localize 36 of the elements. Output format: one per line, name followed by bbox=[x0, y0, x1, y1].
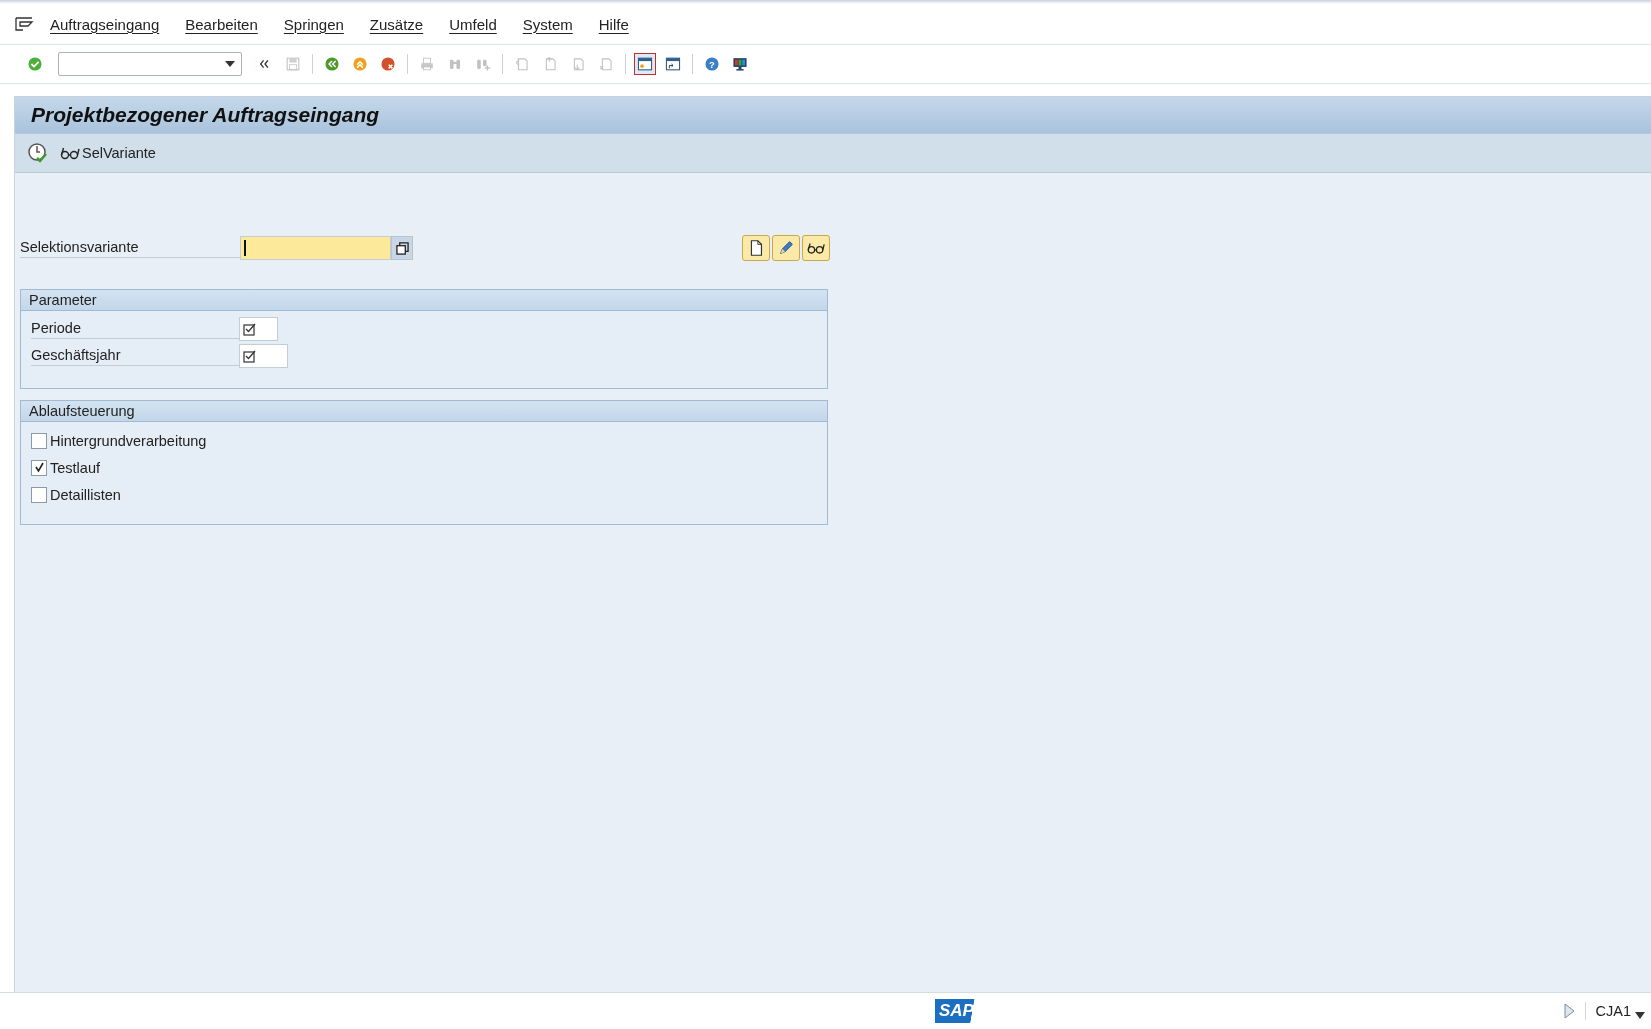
field-label: Selektionsvariante bbox=[20, 238, 240, 258]
menu-item[interactable]: Springen bbox=[283, 15, 344, 33]
copy-icon bbox=[395, 241, 409, 255]
checkbox-label: Testlauf bbox=[50, 459, 100, 476]
checkbox-label: Hintergrundverarbeitung bbox=[50, 432, 207, 449]
field-label: Geschäftsjahr bbox=[31, 346, 239, 366]
checkbox-label: Detaillisten bbox=[50, 486, 121, 503]
pencil-button[interactable] bbox=[772, 235, 800, 261]
group-title: Ablaufsteuerung bbox=[21, 401, 827, 422]
input-field[interactable] bbox=[240, 236, 391, 260]
input-field[interactable] bbox=[239, 344, 288, 368]
menu-item[interactable]: Bearbeiten bbox=[185, 15, 258, 33]
variant-button[interactable]: SelVariante bbox=[57, 140, 158, 166]
menu-item[interactable]: Umfeld bbox=[449, 15, 497, 33]
menu-item[interactable]: System bbox=[522, 15, 573, 33]
field-label: Periode bbox=[31, 319, 239, 339]
group-title: Parameter bbox=[21, 290, 827, 311]
checkbox[interactable] bbox=[31, 432, 47, 449]
new-window-button[interactable] bbox=[634, 53, 656, 75]
checkmark-icon bbox=[33, 462, 45, 473]
menu-item[interactable]: Zusätze bbox=[369, 15, 424, 33]
checkbox[interactable] bbox=[31, 459, 47, 476]
screen-title: Projektbezogener Auftragseingang bbox=[31, 103, 380, 127]
checkbox[interactable] bbox=[31, 486, 47, 503]
document-button[interactable] bbox=[742, 235, 770, 261]
command-field[interactable] bbox=[58, 52, 242, 76]
menu-icon[interactable] bbox=[14, 16, 34, 32]
transaction-code: CJA1 bbox=[1595, 1003, 1631, 1019]
value-help-button[interactable] bbox=[391, 236, 413, 260]
menu-item[interactable]: Hilfe bbox=[598, 15, 629, 33]
menu-item[interactable]: Auftragseingang bbox=[50, 15, 160, 33]
dropdown-arrow-icon bbox=[225, 61, 235, 67]
input-field[interactable] bbox=[239, 317, 278, 341]
execute-icon bbox=[27, 142, 49, 164]
expand-status-icon[interactable] bbox=[1562, 1003, 1575, 1019]
glasses-button[interactable] bbox=[802, 235, 830, 261]
